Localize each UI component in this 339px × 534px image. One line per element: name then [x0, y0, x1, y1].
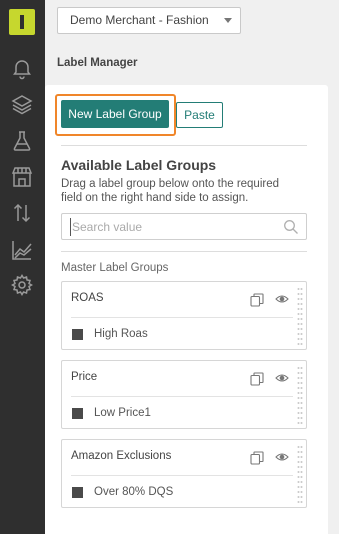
- label-color-swatch: [72, 487, 83, 498]
- drag-handle-icon[interactable]: [297, 444, 303, 504]
- merchant-select-value: Demo Merchant - Fashion: [70, 13, 209, 27]
- copy-icon[interactable]: [250, 293, 264, 307]
- app-logo[interactable]: [9, 9, 35, 35]
- merchant-select[interactable]: Demo Merchant - Fashion: [57, 7, 241, 34]
- label-name[interactable]: High Roas: [94, 328, 148, 340]
- label-group-card[interactable]: ROAS High Roas: [61, 281, 307, 350]
- eye-icon[interactable]: [275, 452, 289, 462]
- search-box: [61, 213, 307, 240]
- label-color-swatch: [72, 329, 83, 340]
- eye-icon[interactable]: [275, 294, 289, 304]
- label-group-name: Price: [71, 371, 98, 383]
- page-title: Label Manager: [57, 57, 138, 69]
- search-icon[interactable]: [283, 219, 299, 235]
- drag-handle-icon[interactable]: [297, 286, 303, 346]
- label-group-card[interactable]: Price Low Price1: [61, 360, 307, 429]
- drag-handle-icon[interactable]: [297, 365, 303, 425]
- layers-icon[interactable]: [10, 92, 34, 116]
- paste-button[interactable]: Paste: [176, 102, 223, 128]
- section-divider: [61, 251, 307, 252]
- label-color-swatch: [72, 408, 83, 419]
- label-name[interactable]: Over 80% DQS: [94, 486, 173, 498]
- sort-arrows-icon[interactable]: [10, 201, 34, 225]
- chevron-down-icon: [224, 18, 232, 23]
- label-name[interactable]: Low Price1: [94, 407, 151, 419]
- master-label-groups-heading: Master Label Groups: [61, 262, 169, 274]
- card-divider: [71, 396, 293, 397]
- label-group-card[interactable]: Amazon Exclusions Over 80% DQS: [61, 439, 307, 508]
- copy-icon[interactable]: [250, 451, 264, 465]
- copy-icon[interactable]: [250, 372, 264, 386]
- analytics-chart-icon[interactable]: [10, 238, 34, 262]
- card-divider: [71, 317, 293, 318]
- card-divider: [71, 475, 293, 476]
- eye-icon[interactable]: [275, 373, 289, 383]
- available-label-groups-title: Available Label Groups: [61, 157, 217, 173]
- label-group-name: Amazon Exclusions: [71, 450, 172, 462]
- sidebar-nav: [0, 0, 45, 534]
- label-group-name: ROAS: [71, 292, 104, 304]
- flask-icon[interactable]: [10, 129, 34, 153]
- search-input[interactable]: [70, 218, 270, 236]
- settings-gear-icon[interactable]: [10, 273, 34, 297]
- new-label-group-button[interactable]: New Label Group: [61, 100, 169, 128]
- available-label-groups-description: Drag a label group below onto the requir…: [61, 178, 280, 204]
- store-icon[interactable]: [10, 165, 34, 189]
- section-divider: [61, 145, 307, 146]
- notifications-icon[interactable]: [10, 56, 34, 80]
